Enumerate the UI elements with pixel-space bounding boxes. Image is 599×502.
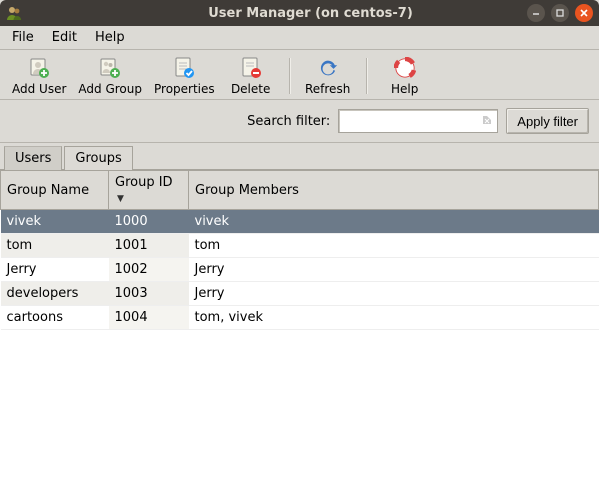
table-row[interactable]: developers1003Jerry	[1, 282, 599, 306]
titlebar: User Manager (on centos-7)	[0, 0, 599, 26]
sort-indicator-icon: ▼	[117, 194, 124, 204]
help-button[interactable]: Help	[375, 54, 435, 98]
maximize-button[interactable]	[551, 4, 569, 22]
minimize-icon	[531, 8, 541, 18]
tab-users[interactable]: Users	[4, 146, 62, 170]
window-title: User Manager (on centos-7)	[22, 6, 599, 21]
apply-filter-button[interactable]: Apply filter	[506, 108, 589, 134]
cell-name: developers	[1, 282, 109, 306]
table-row[interactable]: tom1001tom	[1, 234, 599, 258]
cell-id: 1004	[109, 306, 189, 330]
cell-name: Jerry	[1, 258, 109, 282]
properties-button[interactable]: Properties	[148, 54, 221, 98]
table-row[interactable]: vivek1000vivek	[1, 210, 599, 234]
cell-members: tom	[189, 234, 599, 258]
delete-label: Delete	[231, 82, 270, 96]
add-user-button[interactable]: Add User	[6, 54, 72, 98]
add-group-label: Add Group	[78, 82, 142, 96]
cell-members: Jerry	[189, 282, 599, 306]
properties-icon	[172, 56, 196, 80]
clear-icon[interactable]	[480, 113, 494, 131]
menu-file[interactable]: File	[4, 28, 42, 47]
minimize-button[interactable]	[527, 4, 545, 22]
refresh-label: Refresh	[305, 82, 350, 96]
col-header-group-members[interactable]: Group Members	[189, 171, 599, 210]
menu-help[interactable]: Help	[87, 28, 133, 47]
cell-name: vivek	[1, 210, 109, 234]
cell-id: 1002	[109, 258, 189, 282]
cell-name: tom	[1, 234, 109, 258]
add-group-button[interactable]: Add Group	[72, 54, 148, 98]
add-group-icon	[98, 56, 122, 80]
menu-edit[interactable]: Edit	[44, 28, 85, 47]
cell-members: tom, vivek	[189, 306, 599, 330]
properties-label: Properties	[154, 82, 215, 96]
tab-strip: Users Groups	[0, 143, 599, 169]
col-header-group-name[interactable]: Group Name	[1, 171, 109, 210]
groups-table: Group Name Group ID ▼ Group Members vive…	[0, 169, 599, 502]
cell-members: vivek	[189, 210, 599, 234]
search-label: Search filter:	[247, 114, 330, 129]
close-button[interactable]	[575, 4, 593, 22]
add-user-icon	[27, 56, 51, 80]
search-bar: Search filter: Apply filter	[0, 100, 599, 143]
cell-members: Jerry	[189, 258, 599, 282]
toolbar-separator	[289, 58, 290, 94]
maximize-icon	[555, 8, 565, 18]
delete-icon	[239, 56, 263, 80]
toolbar: Add User Add Group Properties Delete Ref	[0, 50, 599, 100]
help-label: Help	[391, 82, 418, 96]
toolbar-separator	[366, 58, 367, 94]
col-header-group-id-label: Group ID	[115, 175, 173, 190]
col-header-group-id[interactable]: Group ID ▼	[109, 171, 189, 210]
menubar: File Edit Help	[0, 26, 599, 50]
cell-id: 1001	[109, 234, 189, 258]
cell-name: cartoons	[1, 306, 109, 330]
delete-button[interactable]: Delete	[221, 54, 281, 98]
refresh-button[interactable]: Refresh	[298, 54, 358, 98]
table-row[interactable]: cartoons1004tom, vivek	[1, 306, 599, 330]
cell-id: 1003	[109, 282, 189, 306]
search-input[interactable]	[338, 109, 498, 133]
add-user-label: Add User	[12, 82, 66, 96]
help-icon	[394, 57, 416, 79]
close-icon	[579, 8, 589, 18]
cell-id: 1000	[109, 210, 189, 234]
table-row[interactable]: Jerry1002Jerry	[1, 258, 599, 282]
tab-groups[interactable]: Groups	[64, 146, 132, 170]
app-icon	[6, 5, 22, 21]
refresh-icon	[317, 57, 339, 79]
